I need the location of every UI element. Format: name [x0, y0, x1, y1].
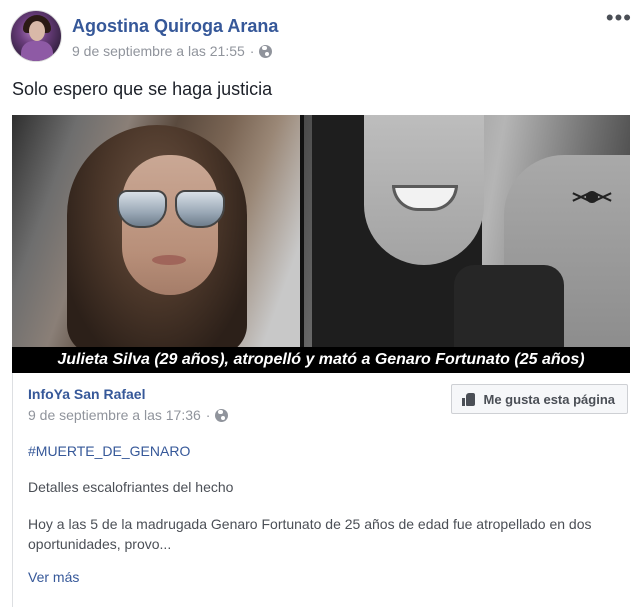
shared-post: InfoYa San Rafael 9 de septiembre a las …: [12, 373, 630, 607]
like-page-button[interactable]: Me gusta esta página: [450, 384, 628, 414]
globe-icon[interactable]: [215, 408, 229, 422]
see-more-link[interactable]: Ver más: [28, 569, 79, 585]
photo-right-woman-smiling: [304, 115, 630, 347]
post-text: Solo espero que se haga justicia: [12, 79, 273, 99]
photo-caption: Julieta Silva (29 años), atropelló y mat…: [12, 347, 630, 373]
author-name[interactable]: Agostina Quiroga Arana: [72, 16, 278, 37]
spider-tattoo-icon: [572, 179, 612, 213]
shared-timestamp[interactable]: 9 de septiembre a las 17:36: [28, 407, 201, 423]
shared-page-name[interactable]: InfoYa San Rafael: [28, 386, 145, 402]
like-page-label: Me gusta esta página: [483, 391, 615, 407]
author-avatar[interactable]: [10, 10, 62, 62]
shared-body-text: Hoy a las 5 de la madrugada Genaro Fortu…: [28, 516, 592, 552]
shared-subtitle: Detalles escalofriantes del hecho: [28, 479, 234, 495]
shared-meta: 9 de septiembre a las 17:36 ·: [28, 407, 229, 423]
thumbs-up-icon: [461, 392, 476, 406]
post-header: Agostina Quiroga Arana 9 de septiembre a…: [10, 7, 632, 66]
post-meta: 9 de septiembre a las 21:55 ·: [72, 43, 273, 59]
globe-icon[interactable]: [259, 44, 273, 58]
hashtag-link[interactable]: #MUERTE_DE_GENARO: [28, 443, 190, 459]
more-options-button[interactable]: •••: [606, 7, 632, 29]
post-photo[interactable]: Julieta Silva (29 años), atropelló y mat…: [12, 115, 630, 373]
photo-left-woman-sunglasses: [12, 115, 300, 355]
post-timestamp[interactable]: 9 de septiembre a las 21:55: [72, 43, 245, 59]
